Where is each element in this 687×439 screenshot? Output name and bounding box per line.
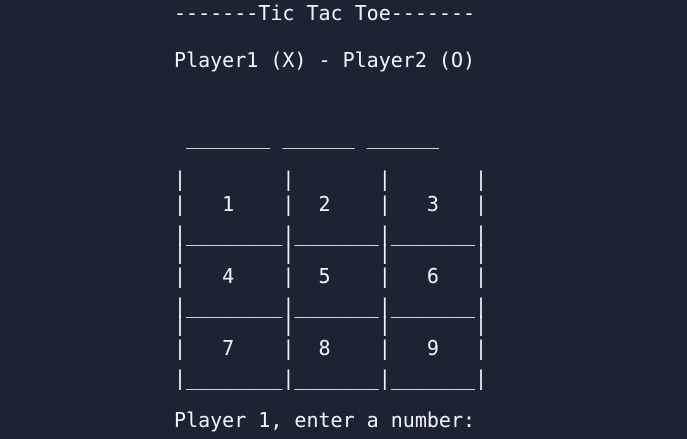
game-title: -------Tic Tac Toe------- [174,1,476,25]
board-row-2-cells: | 4 | 5 | 6 | [174,264,488,288]
players-line: Player1 (X) - Player2 (O) [174,48,476,72]
board-row-2-top: | | | | [174,240,488,264]
input-prompt[interactable]: Player 1, enter a number: [174,408,475,432]
board-row-1-cells: | 1 | 2 | 3 | [174,192,488,216]
board-row-3-bottom: |________|_______|_______| [174,366,488,390]
terminal-window[interactable]: -------Tic Tac Toe------- Player1 (X) - … [0,0,687,439]
board-row-1-top: | | | | [174,167,488,191]
board-top-border: _______ ______ ______ [174,125,439,149]
board-row-3-cells: | 7 | 8 | 9 | [174,336,488,360]
board-row-3-top: | | | | [174,312,488,336]
